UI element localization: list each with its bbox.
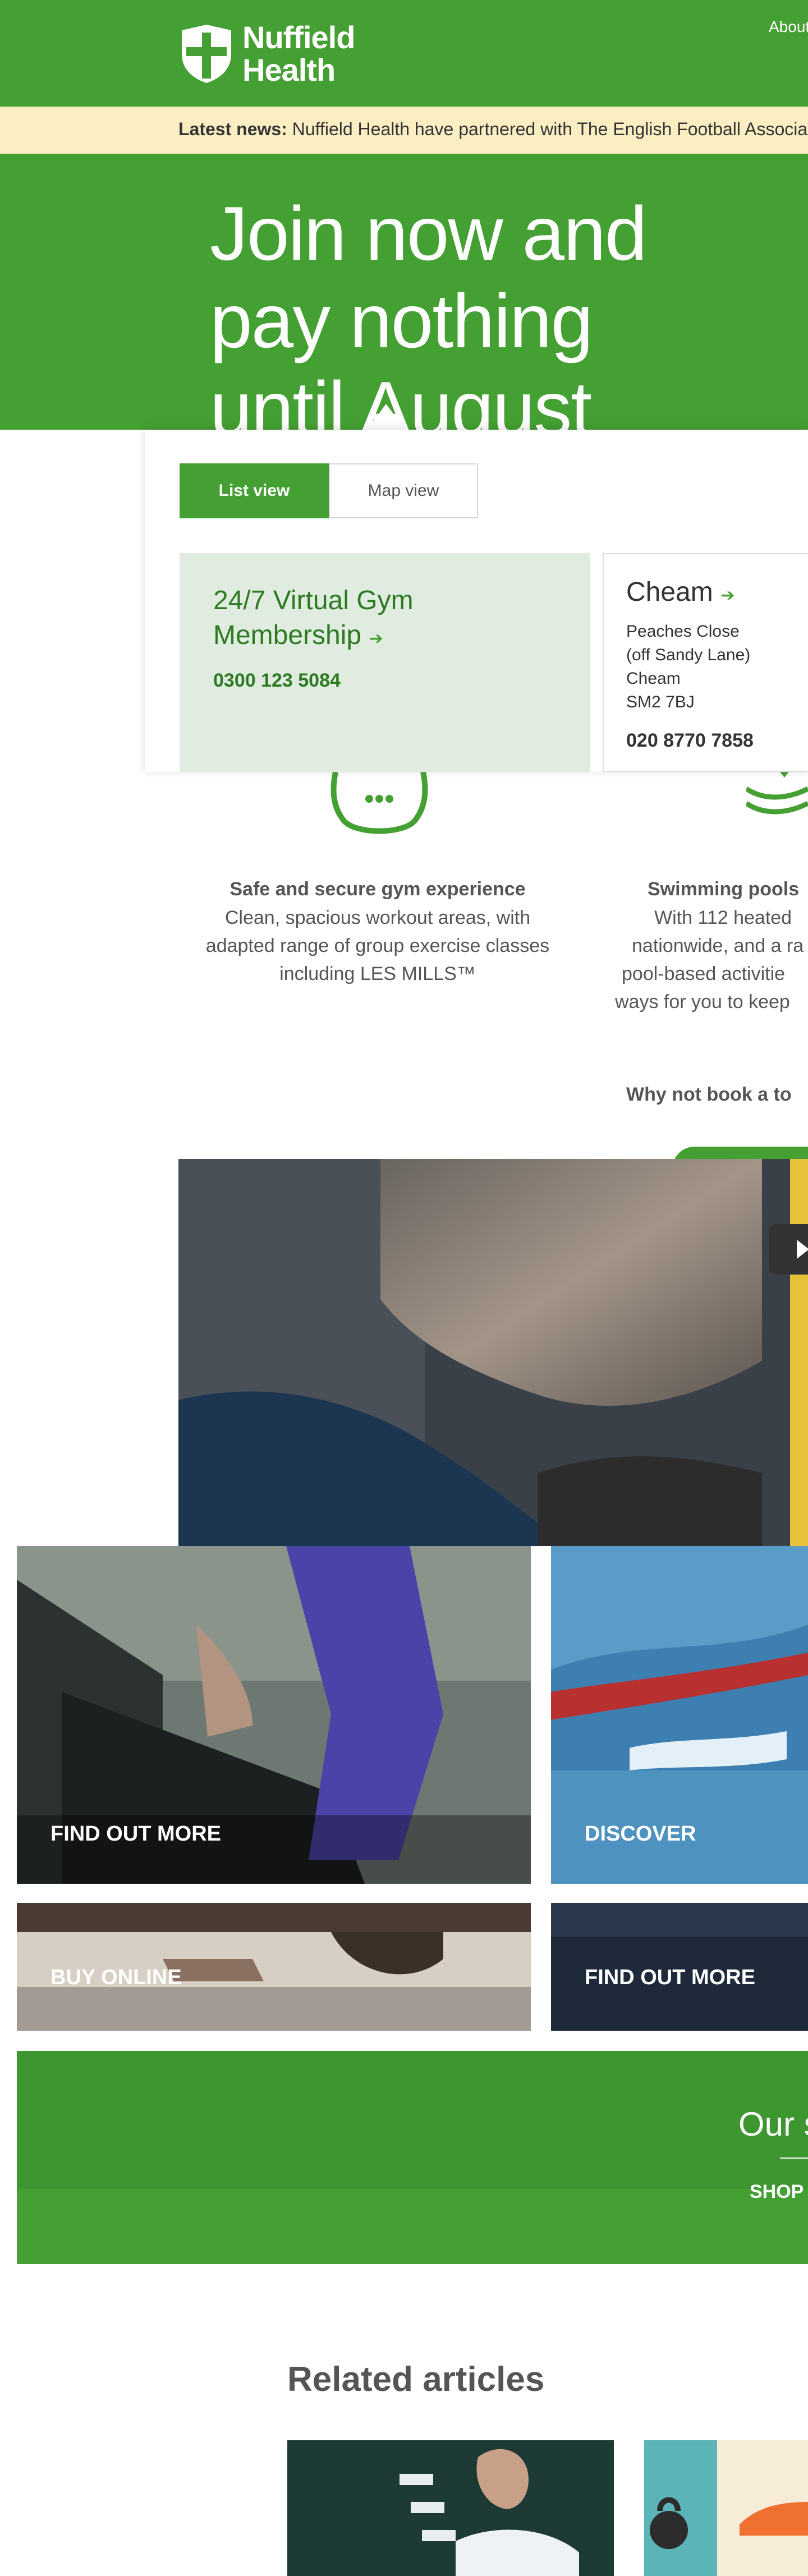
- feature-safe-line-3: including LES MILLS™: [279, 963, 476, 985]
- feature-safe-gym: Safe and secure gym experience Clean, sp…: [178, 878, 577, 988]
- virtual-gym-title[interactable]: 24/7 Virtual Gym Membership ➔: [213, 583, 557, 656]
- latest-news-label: Latest news:: [178, 119, 287, 139]
- logo-line-2: Health: [242, 52, 336, 88]
- arrow-right-icon: ➔: [369, 629, 383, 648]
- tile-buy-online-label: BUY ONLINE: [50, 1966, 182, 1989]
- cheam-address: Peaches Close (off Sandy Lane) Cheam SM2…: [626, 620, 804, 714]
- promo-divider: [780, 2158, 808, 2159]
- shield-cross-icon: [182, 25, 231, 83]
- cheam-address-line-1: Peaches Close: [626, 622, 740, 641]
- promo-banner-top: [17, 2051, 808, 2189]
- virtual-gym-card[interactable]: 24/7 Virtual Gym Membership ➔ 0300 123 5…: [180, 553, 590, 772]
- related-articles-title: Related articles: [287, 2360, 545, 2399]
- site-header: Nuffield Health About: [0, 0, 808, 107]
- nuffield-logo[interactable]: Nuffield Health: [178, 21, 355, 86]
- hero-banner: Join now and pay nothing until August: [0, 154, 808, 430]
- hero-title-line-2: pay nothing: [210, 278, 593, 364]
- tile-gym-find-out-more[interactable]: FIND OUT MORE: [17, 1546, 531, 1884]
- promo-video[interactable]: [178, 1159, 808, 1546]
- swimming-waves-icon: [746, 772, 808, 815]
- feature-safe-line-2: adapted range of group exercise classes: [205, 935, 550, 956]
- latest-news-bar: Latest news: Nuffield Health have partne…: [0, 107, 808, 154]
- gym-finder-panel: List view Map view 24/7 Virtual Gym Memb…: [145, 430, 808, 772]
- latest-news-message: Nuffield Health have partnered with The …: [292, 119, 808, 139]
- feature-pools-line-1: With 112 heated: [654, 907, 792, 928]
- tile-find-out-more-2-label: FIND OUT MORE: [585, 1966, 755, 1989]
- logo-line-1: Nuffield: [242, 20, 355, 55]
- feature-swimming-pools: Swimming pools With 112 heated nationwid…: [612, 878, 808, 1016]
- related-article-1-image[interactable]: [287, 2440, 614, 2576]
- feature-pools-description: With 112 heated nationwide, and a ra poo…: [612, 904, 808, 1016]
- cheam-title-text: Cheam: [626, 577, 713, 607]
- chat-bubble-icon: [330, 772, 428, 834]
- promo-shop-link[interactable]: SHOP: [750, 2181, 804, 2203]
- hero-title-line-1: Join now and: [210, 191, 647, 276]
- virtual-gym-title-line-2: Membership: [213, 620, 362, 650]
- feature-safe-line-1: Clean, spacious workout areas, with: [224, 907, 531, 928]
- virtual-gym-title-line-1: 24/7 Virtual Gym: [213, 586, 414, 615]
- promo-title: Our s: [738, 2105, 808, 2143]
- tile-find-out-more-2[interactable]: FIND OUT MORE: [551, 1903, 808, 2031]
- latest-news-text[interactable]: Latest news: Nuffield Health have partne…: [178, 119, 808, 140]
- map-view-button[interactable]: Map view: [329, 463, 478, 518]
- feature-pools-line-3: pool-based activitie: [622, 963, 786, 985]
- view-toggle: List view Map view: [180, 463, 478, 518]
- tile-swimming-discover[interactable]: DISCOVER: [551, 1546, 808, 1884]
- cheam-address-line-3: Cheam: [626, 669, 681, 688]
- cheam-gym-card[interactable]: Cheam ➔ Peaches Close (off Sandy Lane) C…: [603, 553, 808, 772]
- play-icon: [797, 1240, 808, 1259]
- tile-buy-online[interactable]: BUY ONLINE: [17, 1903, 531, 2031]
- logo-text: Nuffield Health: [242, 21, 355, 86]
- feature-pools-title: Swimming pools: [648, 878, 800, 900]
- video-play-button[interactable]: [769, 1224, 808, 1275]
- cheam-phone[interactable]: 020 8770 7858: [626, 730, 804, 752]
- cheam-address-line-4: SM2 7BJ: [626, 693, 695, 711]
- tile-gym-label: FIND OUT MORE: [50, 1822, 221, 1846]
- feature-pools-line-4: ways for you to keep: [615, 991, 790, 1013]
- hero-title: Join now and pay nothing until August: [210, 190, 771, 430]
- feature-safe-title: Safe and secure gym experience: [229, 878, 526, 900]
- related-article-2-image[interactable]: [644, 2440, 808, 2576]
- book-tour-prompt: Why not book a to: [626, 1084, 792, 1105]
- woman-exercising-image: [287, 2440, 614, 2576]
- hero-title-line-3: until August: [210, 366, 592, 430]
- cheam-title[interactable]: Cheam ➔: [626, 577, 804, 608]
- promo-banner: Our s SHOP: [17, 2051, 808, 2264]
- hero-pointer-notch: [367, 404, 405, 430]
- feature-pools-line-2: nationwide, and a ra: [632, 935, 804, 956]
- list-view-button[interactable]: List view: [180, 463, 329, 518]
- feature-safe-description: Clean, spacious workout areas, with adap…: [178, 904, 577, 988]
- tile-swimming-label: DISCOVER: [585, 1822, 696, 1846]
- virtual-gym-phone[interactable]: 0300 123 5084: [213, 670, 557, 692]
- arrow-right-icon: ➔: [720, 586, 735, 605]
- nav-about-link[interactable]: About: [769, 18, 808, 36]
- kettlebell-shoes-image: [644, 2440, 808, 2576]
- video-thumbnail-image: [178, 1159, 808, 1546]
- cheam-address-line-2: (off Sandy Lane): [626, 646, 751, 664]
